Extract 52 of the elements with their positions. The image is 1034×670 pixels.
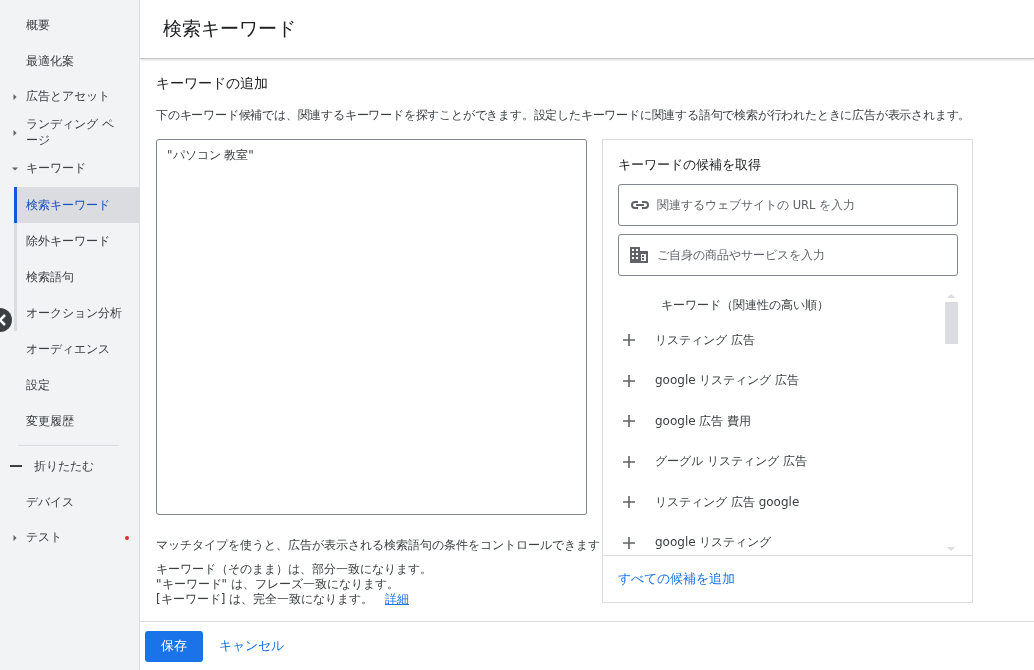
- collapse-caret-icon: [12, 166, 18, 172]
- plus-icon: [623, 374, 635, 387]
- match-type-rule: [キーワード] は、完全一致になります。: [156, 592, 374, 606]
- sidebar-item[interactable]: ランディング ページ: [0, 115, 139, 151]
- sidebar-item[interactable]: 最適化案: [0, 43, 139, 79]
- add-all-link[interactable]: すべての候補を追加: [618, 570, 735, 588]
- sidebar-item[interactable]: 設定: [0, 367, 139, 403]
- scroll-down-icon[interactable]: [947, 547, 955, 551]
- plus-icon: [623, 496, 635, 509]
- scrollbar-thumb[interactable]: [944, 302, 958, 344]
- building-icon: [630, 247, 648, 263]
- match-type-hint: マッチタイプを使うと、広告が表示される検索語句の条件をコントロールできます: [156, 537, 600, 554]
- sidebar-item[interactable]: 変更履歴: [0, 403, 139, 439]
- details-link[interactable]: 詳細: [385, 592, 409, 606]
- plus-icon: [623, 536, 635, 549]
- scroll-up-icon[interactable]: [947, 294, 955, 298]
- save-button[interactable]: 保存: [145, 630, 203, 662]
- sidebar-item[interactable]: 検索語句: [17, 259, 139, 295]
- section-heading: キーワードの追加: [156, 75, 269, 93]
- plus-icon: [623, 334, 635, 347]
- plus-icon: [623, 455, 635, 468]
- sidebar-item[interactable]: 広告とアセット: [0, 79, 139, 115]
- cancel-button[interactable]: キャンセル: [217, 633, 286, 659]
- expand-caret-icon: [12, 94, 18, 100]
- keyword-input-field[interactable]: "パソコン 教室": [156, 139, 587, 515]
- sidebar-item[interactable]: テスト: [0, 520, 139, 556]
- match-type-rule: "キーワード" は、フレーズ一致になります。: [156, 577, 399, 591]
- description-text: 下のキーワード候補では、関連するキーワードを探すことができます。設定したキーワードに関連する語句で検索が行われたときに広告が表示されます。: [156, 107, 972, 124]
- plus-icon: [623, 415, 635, 428]
- expand-caret-icon: [12, 130, 18, 136]
- sidebar-item[interactable]: 概要: [0, 7, 139, 43]
- sidebar-item[interactable]: デバイス: [0, 484, 139, 520]
- column-header: キーワード（関連性の高い順）: [660, 296, 830, 314]
- keyword-suggestion[interactable]: リスティング 広告: [603, 320, 944, 361]
- match-type-rule: キーワード（そのまま）は、部分一致になります。: [156, 562, 432, 576]
- url-input-field[interactable]: 関連するウェブサイトの URL を入力: [618, 184, 958, 226]
- sidebar-item[interactable]: オーディエンス: [0, 331, 139, 367]
- expand-caret-icon: [12, 535, 18, 541]
- keyword-suggestion[interactable]: google リスティング 広告: [603, 360, 944, 401]
- sidebar-item[interactable]: 検索キーワード: [14, 187, 139, 223]
- keyword-suggestion[interactable]: グーグル リスティング 広告: [603, 441, 944, 482]
- sidebar-item[interactable]: オークション分析: [17, 295, 139, 331]
- sidebar-item[interactable]: 折りたたむ: [0, 448, 139, 484]
- keyword-suggestion[interactable]: google リスティング: [603, 522, 944, 555]
- link-icon: [630, 200, 650, 210]
- keyword-suggestion[interactable]: google 広告 費用: [603, 401, 944, 442]
- sidebar-item[interactable]: 除外キーワード: [17, 223, 139, 259]
- panel-title: キーワードの候補を取得: [618, 156, 762, 174]
- sidebar-item[interactable]: キーワード: [0, 151, 139, 187]
- page-title: 検索キーワード: [163, 16, 296, 41]
- product-input-field[interactable]: ご自身の商品やサービスを入力: [618, 234, 958, 276]
- keyword-suggestion[interactable]: リスティング 広告 google: [603, 482, 944, 523]
